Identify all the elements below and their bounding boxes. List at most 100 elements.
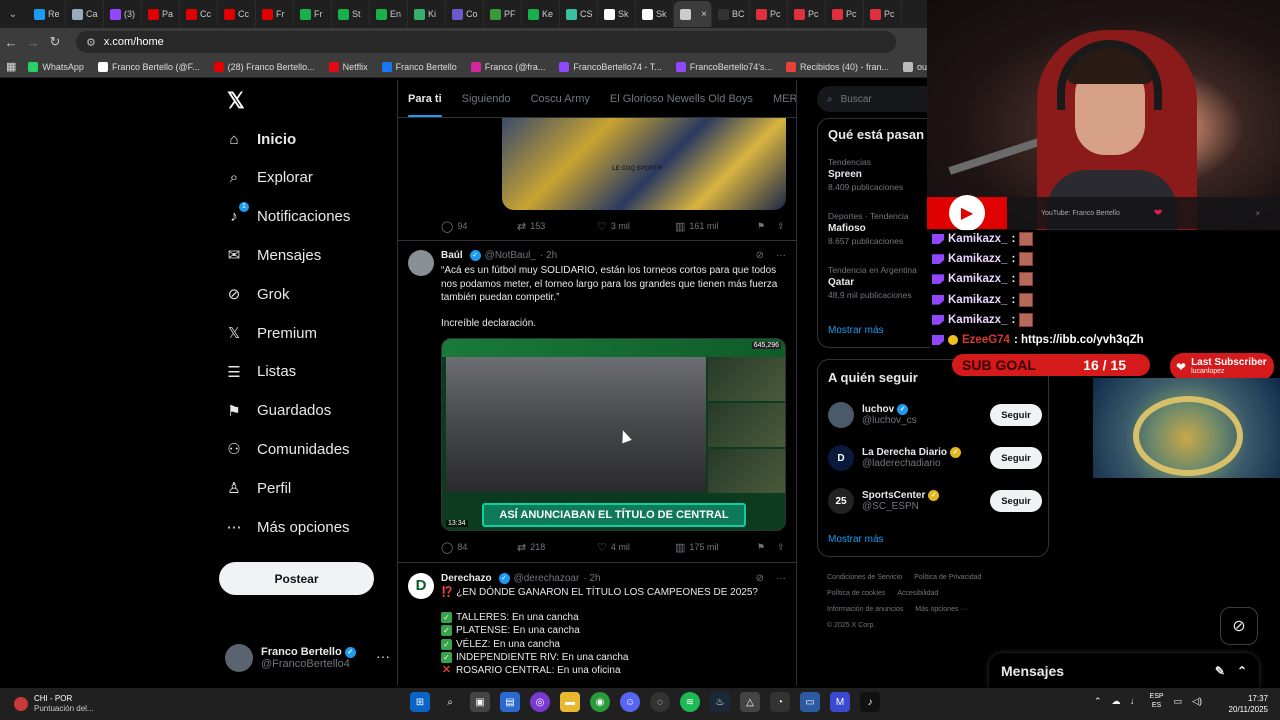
monitor-icon[interactable]: ▭ <box>800 692 820 712</box>
back-icon[interactable]: ← <box>0 35 22 50</box>
browser-tab[interactable]: Fr <box>294 1 332 27</box>
app-icon[interactable]: ◌ <box>650 692 670 712</box>
show-more-link[interactable]: Mostrar más <box>828 534 884 545</box>
bookmark-item[interactable]: Franco Bertello (@F... <box>97 61 200 72</box>
follow-suggestion[interactable]: 25 SportsCenter ✓ @SC_ESPN Seguir <box>828 485 1042 517</box>
browser-tab[interactable]: En <box>370 1 408 27</box>
browser-tab[interactable]: × <box>674 1 712 27</box>
footer-link[interactable]: © 2025 X Corp. <box>827 622 875 629</box>
bookmark-item[interactable]: Netflix <box>328 61 368 72</box>
author-name[interactable]: Derechazo <box>441 573 492 584</box>
app-icon[interactable]: △ <box>740 692 760 712</box>
author-handle[interactable]: @derechazoar <box>514 573 580 584</box>
repost-button[interactable]: ⇄ 218 <box>517 541 597 554</box>
like-button[interactable]: ♡ 4 mil <box>597 541 675 554</box>
grok-icon[interactable]: ⊘ <box>1220 607 1258 645</box>
follow-button[interactable]: Seguir <box>990 404 1042 426</box>
cloud-icon[interactable]: ☁ <box>1112 696 1121 707</box>
chevron-up-icon[interactable]: ⌃ <box>1094 696 1102 707</box>
spotify-icon[interactable]: ≋ <box>680 692 700 712</box>
timeline-tab[interactable]: Para ti <box>398 80 452 117</box>
search-icon[interactable]: ⌕ <box>440 692 460 712</box>
steam-icon[interactable]: ♨ <box>710 692 730 712</box>
discord-icon[interactable]: ☺ <box>620 692 640 712</box>
tiktok-icon[interactable]: ♪ <box>860 692 880 712</box>
volume-icon[interactable]: ◁) <box>1192 696 1202 707</box>
tweet-image[interactable]: LE COQ SPORTIF <box>502 118 786 210</box>
footer-link[interactable]: Accesibilidad <box>897 590 938 597</box>
browser-tab[interactable]: Pa <box>142 1 180 27</box>
follow-button[interactable]: Seguir <box>990 490 1042 512</box>
x-logo-icon[interactable]: 𝕏 <box>227 88 245 114</box>
author-name[interactable]: Baúl <box>441 250 463 261</box>
follow-button[interactable]: Seguir <box>990 447 1042 469</box>
site-info-icon[interactable]: ⚙ <box>86 36 96 49</box>
start-icon[interactable]: ⊞ <box>410 692 430 712</box>
more-icon[interactable]: ··· <box>776 573 786 584</box>
expand-icon[interactable]: ⌃ <box>1237 664 1247 678</box>
footer-link[interactable]: Condiciones de Servicio <box>827 574 902 581</box>
post-button[interactable]: Postear <box>219 562 374 595</box>
tweet-time[interactable]: · 2h <box>540 250 557 261</box>
clock[interactable]: 17:37 20/11/2025 <box>1229 693 1268 715</box>
like-button[interactable]: ♡ 3 mil <box>597 220 675 233</box>
avatar[interactable]: D <box>408 573 434 599</box>
nav-item[interactable]: 𝕏 Premium <box>225 318 317 348</box>
grok-icon[interactable]: ⊘ <box>756 250 764 261</box>
more-icon[interactable]: ··· <box>776 250 786 261</box>
network-icon[interactable]: ▭ <box>1174 696 1183 707</box>
avatar[interactable] <box>408 250 434 276</box>
apps-grid-icon[interactable]: ▦ <box>6 60 16 73</box>
browser-tab[interactable]: Fr <box>256 1 294 27</box>
account-switcher[interactable]: Franco Bertello ✓ @FrancoBertello4 ··· <box>225 640 390 676</box>
show-more-link[interactable]: Mostrar más <box>828 325 884 336</box>
nav-item[interactable]: ☰ Listas <box>225 357 296 387</box>
more-icon[interactable]: ··· <box>376 648 390 664</box>
forward-icon[interactable]: → <box>22 35 44 50</box>
views-button[interactable]: ▥ 175 mil <box>675 541 757 554</box>
nav-item[interactable]: ✉ Mensajes <box>225 240 322 270</box>
address-bar[interactable]: ⚙ x.com/home <box>76 31 896 53</box>
browser-tab[interactable]: Pc <box>750 1 788 27</box>
follow-suggestion[interactable]: luchov ✓ @luchov_cs Seguir <box>828 399 1042 431</box>
compose-message-icon[interactable]: ✎ <box>1215 664 1225 678</box>
browser-tab[interactable]: Sk <box>636 1 674 27</box>
reply-button[interactable]: ◯ 94 <box>441 220 517 233</box>
footer-link[interactable]: Política de Privacidad <box>914 574 981 581</box>
timeline-tab[interactable]: MERNC <box>763 80 796 117</box>
browser-tab[interactable]: Cc <box>180 1 218 27</box>
nav-item[interactable]: ⌕ Explorar <box>225 163 313 193</box>
author-handle[interactable]: @NotBaul_ <box>485 250 536 261</box>
footer-link[interactable]: Información de anuncios <box>827 606 903 613</box>
browser-tab[interactable]: Pc <box>864 1 902 27</box>
bookmark-item[interactable]: Recibidos (40) - fran... <box>786 61 889 72</box>
widgets-button[interactable]: CHI - POR Puntuación del... <box>14 692 124 716</box>
browser-tab[interactable]: Re <box>28 1 66 27</box>
bookmark-item[interactable]: (28) Franco Bertello... <box>213 61 315 72</box>
task-view-icon[interactable]: ▣ <box>470 692 490 712</box>
mic-icon[interactable]: ♩ <box>1131 696 1140 706</box>
browser-tab[interactable]: St <box>332 1 370 27</box>
browser-tab[interactable]: Pc <box>788 1 826 27</box>
nav-item[interactable]: ⌂ Inicio <box>225 124 296 154</box>
bookmark-item[interactable]: FrancoBertello74's... <box>675 61 772 72</box>
messages-drawer[interactable]: Mensajes ✎ ⌃ <box>989 653 1259 688</box>
browser-tab[interactable]: Sk <box>598 1 636 27</box>
app-icon[interactable]: ◎ <box>530 692 550 712</box>
browser-tab[interactable]: CS <box>560 1 598 27</box>
bookmark-item[interactable]: WhatsApp <box>28 61 84 72</box>
nav-item[interactable]: ⊘ Grok <box>225 279 290 309</box>
repost-button[interactable]: ⇄ 153 <box>517 220 597 233</box>
reply-button[interactable]: ◯ 84 <box>441 541 517 554</box>
bookmark-icon[interactable]: ⚑ <box>757 542 777 553</box>
views-button[interactable]: ▥ 161 mil <box>675 220 757 233</box>
tweet-video[interactable]: 645,296 ASÍ ANUNCIABAN EL TÍTULO DE CENT… <box>441 338 786 531</box>
store-icon[interactable]: ▤ <box>500 692 520 712</box>
reload-icon[interactable]: ↻ <box>44 34 66 50</box>
grok-icon[interactable]: ⊘ <box>756 573 764 584</box>
timeline-tab[interactable]: Coscu Army <box>521 80 600 117</box>
browser-tab[interactable]: Ke <box>522 1 560 27</box>
folder-icon[interactable]: ▬ <box>560 692 580 712</box>
browser-tab[interactable]: BC <box>712 1 750 27</box>
browser-tab[interactable]: Co <box>446 1 484 27</box>
